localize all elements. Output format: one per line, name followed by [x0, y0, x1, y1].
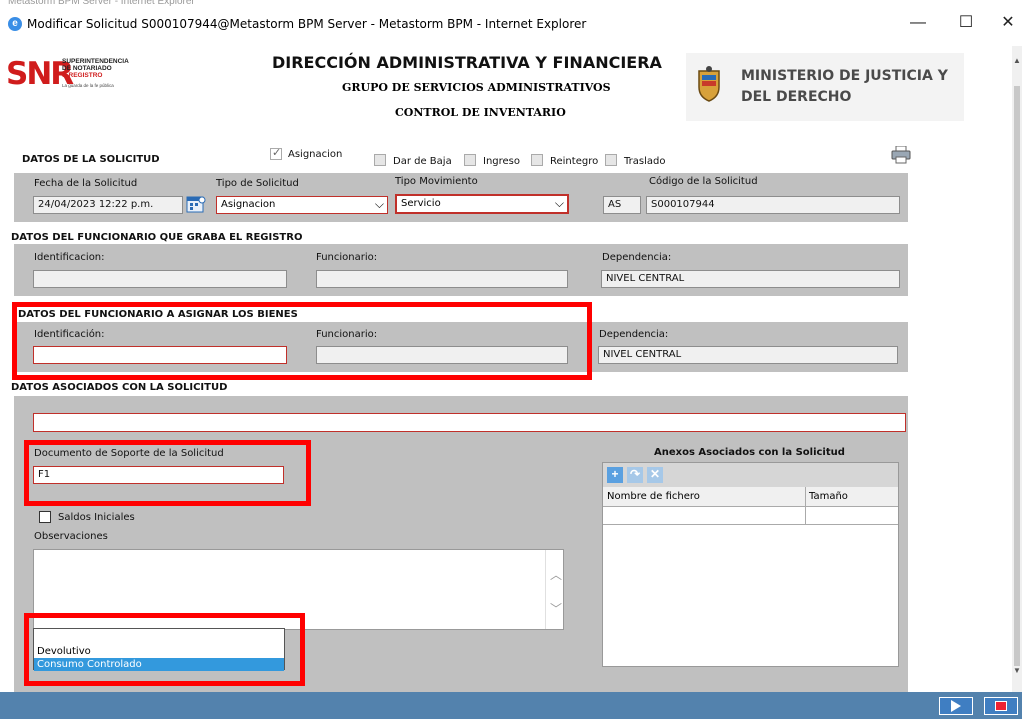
asociados-field[interactable] [33, 413, 906, 432]
page-content: SNR SUPERINTENDENCIA DE NOTARIADO & REGI… [0, 46, 1012, 692]
codigo-label: Código de la Solicitud [649, 176, 758, 187]
fecha-label: Fecha de la Solicitud [34, 178, 138, 189]
window-titlebar: Metastorm BPM Server - Internet Explorer… [0, 0, 1022, 46]
graba-funcionario-label: Funcionario: [316, 252, 378, 263]
scroll-up-icon[interactable]: ▲ [1013, 56, 1021, 65]
snr-logo-text: SUPERINTENDENCIA DE NOTARIADO & REGISTRO [62, 58, 129, 79]
dropdown-option-devolutivo[interactable]: Devolutivo [34, 645, 284, 658]
graba-dependencia-label: Dependencia: [602, 252, 672, 263]
snr-logo-tagline: La guarda de la fe pública [62, 83, 114, 88]
maximize-button[interactable]: ☐ [951, 12, 981, 34]
codigo-prefix-field[interactable]: AS [603, 196, 641, 214]
table-row[interactable] [603, 507, 898, 525]
window-title: Modificar Solicitud S000107944@Metastorm… [27, 17, 587, 31]
chevron-up-icon[interactable]: ︿ [550, 566, 562, 583]
printer-icon[interactable] [891, 146, 911, 164]
page-scrollbar[interactable]: ▲ ▼ [1012, 46, 1022, 692]
section-datos-asociados: DATOS ASOCIADOS CON LA SOLICITUD [11, 382, 228, 393]
reintegro-checkbox[interactable] [531, 154, 543, 166]
stop-button[interactable] [984, 697, 1018, 715]
redo-icon[interactable]: ↷ [627, 467, 643, 483]
ministerio-text: MINISTERIO DE JUSTICIA Y DEL DERECHO [741, 68, 948, 105]
highlight-documento [24, 440, 311, 506]
codigo-field[interactable]: S000107944 [646, 196, 900, 214]
close-button[interactable]: ✕ [993, 12, 1022, 34]
add-file-icon[interactable]: + [607, 467, 623, 483]
anexos-table: + ↷ ✕ Nombre de fichero Tamaño [602, 462, 899, 667]
snr-logo: SNR SUPERINTENDENCIA DE NOTARIADO & REGI… [6, 56, 146, 96]
tipo-movimiento-label: Tipo Movimiento [395, 176, 478, 187]
chevron-down-icon: ⌵ [374, 197, 384, 211]
observaciones-label: Observaciones [34, 531, 108, 542]
ministerio-logo: MINISTERIO DE JUSTICIA Y DEL DERECHO [686, 53, 964, 121]
stop-icon [995, 701, 1007, 711]
graba-dependencia-field[interactable]: NIVEL CENTRAL [601, 270, 900, 288]
tipo-movimiento-select[interactable]: Servicio ⌵ [395, 194, 569, 214]
page-subtitle-2: CONTROL DE INVENTARIO [395, 106, 566, 119]
dar-de-baja-label: Dar de Baja [393, 156, 452, 167]
traslado-checkbox[interactable] [605, 154, 617, 166]
col-nombre-fichero[interactable]: Nombre de fichero [607, 491, 700, 502]
highlight-funcionario-asignar [12, 302, 592, 380]
saldos-iniciales-label: Saldos Iniciales [58, 512, 135, 523]
tipo-bien-dropdown[interactable]: Devolutivo Consumo Controlado [33, 628, 285, 671]
anexos-title: Anexos Asociados con la Solicitud [654, 447, 845, 458]
minimize-button[interactable]: — [903, 12, 933, 34]
chevron-down-icon[interactable]: ﹀ [550, 600, 562, 617]
ingreso-checkbox[interactable] [464, 154, 476, 166]
col-tamano[interactable]: Tamaño [809, 491, 848, 502]
dropdown-option-consumo-controlado[interactable]: Consumo Controlado [34, 658, 284, 671]
dar-de-baja-checkbox[interactable] [374, 154, 386, 166]
delete-icon[interactable]: ✕ [647, 467, 663, 483]
scroll-thumb[interactable] [1014, 86, 1020, 666]
status-bar [0, 692, 1022, 719]
asignacion-label: Asignacion [288, 149, 343, 160]
internet-explorer-icon: e [8, 17, 22, 31]
traslado-label: Traslado [624, 156, 666, 167]
asignar-dependencia-label: Dependencia: [599, 329, 669, 340]
section-funcionario-graba: DATOS DEL FUNCIONARIO QUE GRABA EL REGIS… [11, 232, 303, 243]
section-datos-solicitud: DATOS DE LA SOLICITUD [22, 154, 160, 165]
reintegro-label: Reintegro [550, 156, 599, 167]
ingreso-label: Ingreso [483, 156, 521, 167]
asignacion-checkbox[interactable] [270, 146, 282, 160]
ghost-title: Metastorm BPM Server - Internet Explorer [8, 0, 195, 7]
saldos-iniciales-checkbox[interactable] [39, 511, 51, 523]
asignar-dependencia-field[interactable]: NIVEL CENTRAL [598, 346, 898, 364]
graba-id-label: Identificacion: [34, 252, 105, 263]
play-icon [951, 700, 961, 712]
play-button[interactable] [939, 697, 973, 715]
anexos-toolbar: + ↷ ✕ [603, 463, 898, 487]
fecha-field[interactable]: 24/04/2023 12:22 p.m. [33, 196, 183, 214]
anexos-header: Nombre de fichero Tamaño [603, 487, 898, 525]
page-subtitle: GRUPO DE SERVICIOS ADMINISTRATIVOS [342, 81, 611, 94]
page-title: DIRECCIÓN ADMINISTRATIVA Y FINANCIERA [272, 53, 662, 72]
chevron-down-icon: ⌵ [554, 196, 564, 210]
tipo-solicitud-label: Tipo de Solicitud [216, 178, 299, 189]
coat-of-arms-icon [698, 66, 720, 102]
textarea-scrollbar[interactable]: ︿ ﹀ [545, 550, 563, 629]
scroll-down-icon[interactable]: ▼ [1013, 666, 1021, 675]
graba-funcionario-field[interactable] [316, 270, 568, 288]
graba-id-field[interactable] [33, 270, 287, 288]
calendar-icon[interactable] [186, 194, 206, 214]
tipo-solicitud-select[interactable]: Asignacion ⌵ [216, 196, 388, 214]
